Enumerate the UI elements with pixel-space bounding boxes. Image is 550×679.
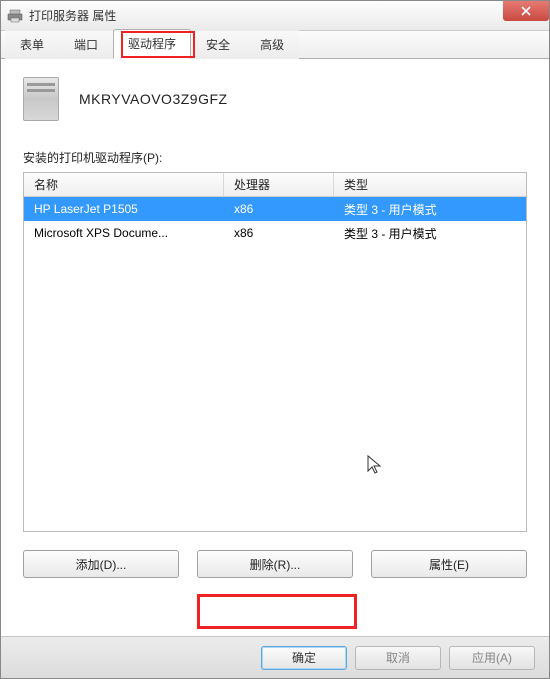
content-area: MKRYVAOVO3Z9GFZ 安装的打印机驱动程序(P): 名称 处理器 类型… (1, 59, 549, 637)
tab-forms[interactable]: 表单 (5, 30, 59, 59)
driver-processor: x86 (224, 202, 334, 216)
driver-row[interactable]: Microsoft XPS Docume... x86 类型 3 - 用户模式 (24, 221, 526, 245)
button-row: 添加(D)... 删除(R)... 属性(E) (23, 550, 527, 578)
driver-type: 类型 3 - 用户模式 (334, 201, 526, 218)
ok-button[interactable]: 确定 (261, 646, 347, 670)
tab-drivers[interactable]: 驱动程序 (113, 29, 191, 59)
drivers-label: 安装的打印机驱动程序(P): (23, 149, 527, 166)
tab-advanced[interactable]: 高级 (245, 30, 299, 59)
close-button[interactable] (503, 1, 549, 21)
footer: 确定 取消 应用(A) (1, 636, 549, 678)
printer-icon (7, 8, 23, 24)
driver-processor: x86 (224, 226, 334, 240)
properties-button[interactable]: 属性(E) (371, 550, 527, 578)
driver-name: HP LaserJet P1505 (24, 202, 224, 216)
tab-security[interactable]: 安全 (191, 30, 245, 59)
titlebar: 打印服务器 属性 (1, 1, 549, 31)
column-type[interactable]: 类型 (334, 173, 526, 196)
server-icon (23, 77, 59, 121)
cancel-button[interactable]: 取消 (355, 646, 441, 670)
drivers-list[interactable]: 名称 处理器 类型 HP LaserJet P1505 x86 类型 3 - 用… (23, 172, 527, 532)
highlight-remove-button (197, 594, 357, 629)
tab-row: 表单 端口 驱动程序 安全 高级 (1, 31, 549, 59)
drivers-body: HP LaserJet P1505 x86 类型 3 - 用户模式 Micros… (24, 197, 526, 245)
server-name: MKRYVAOVO3Z9GFZ (79, 91, 228, 107)
drivers-header: 名称 处理器 类型 (24, 173, 526, 197)
column-name[interactable]: 名称 (24, 173, 224, 196)
apply-button[interactable]: 应用(A) (449, 646, 535, 670)
driver-row[interactable]: HP LaserJet P1505 x86 类型 3 - 用户模式 (24, 197, 526, 221)
server-row: MKRYVAOVO3Z9GFZ (23, 77, 527, 121)
driver-name: Microsoft XPS Docume... (24, 226, 224, 240)
tab-ports[interactable]: 端口 (59, 30, 113, 59)
driver-type: 类型 3 - 用户模式 (334, 225, 526, 242)
add-button[interactable]: 添加(D)... (23, 550, 179, 578)
window-title: 打印服务器 属性 (29, 7, 116, 24)
column-processor[interactable]: 处理器 (224, 173, 334, 196)
remove-button[interactable]: 删除(R)... (197, 550, 353, 578)
dialog-window: 打印服务器 属性 表单 端口 驱动程序 安全 高级 MKRYVAOVO3Z9GF… (0, 0, 550, 679)
